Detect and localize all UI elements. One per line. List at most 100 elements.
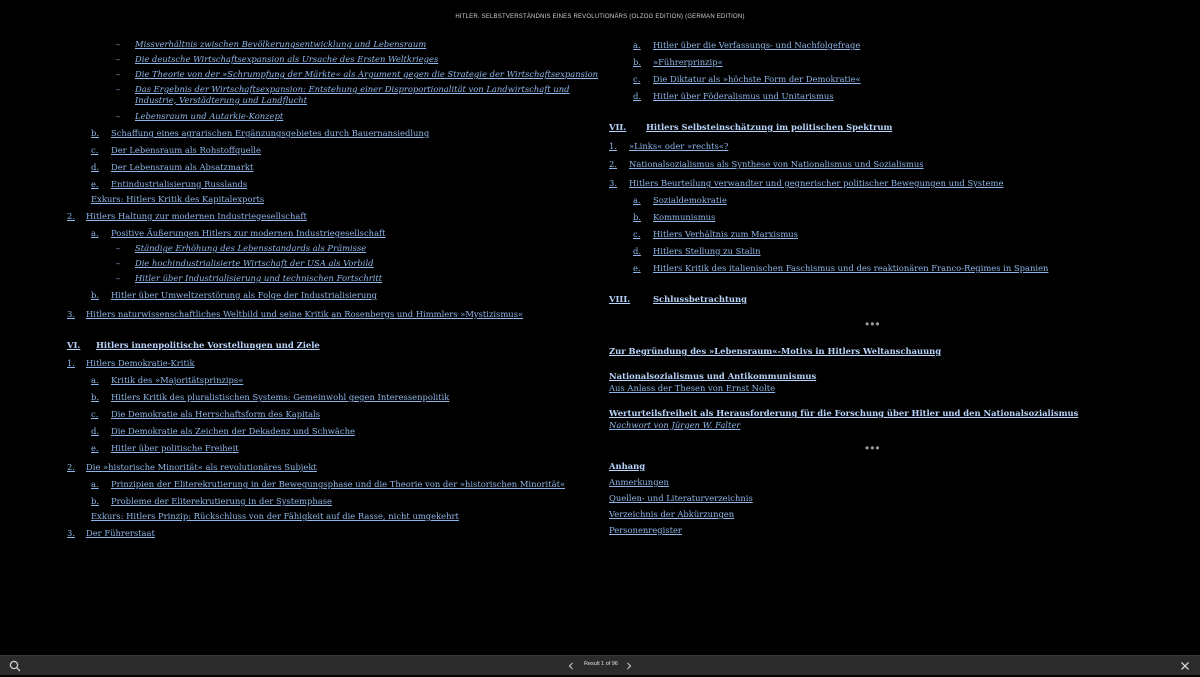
search-results-bar: Result 1 of 96 bbox=[0, 655, 1200, 675]
chevron-right-icon[interactable] bbox=[624, 659, 634, 671]
toc-entry-marker: – bbox=[116, 258, 121, 268]
search-result-count: Result 1 of 96 bbox=[584, 661, 618, 667]
toc-entry-marker: – bbox=[116, 54, 121, 64]
toc-entry-link[interactable]: Die »historische Minorität« als revoluti… bbox=[86, 462, 317, 473]
toc-entry-link[interactable]: Zur Begründung des »Lebensraum«-Motivs i… bbox=[609, 346, 941, 357]
toc-entry-marker: – bbox=[116, 69, 121, 79]
toc-entry-link[interactable]: Hitler über Umweltzerstörung als Folge d… bbox=[111, 290, 377, 301]
toc-entry-link[interactable]: Hitlers Demokratie-Kritik bbox=[86, 358, 195, 369]
close-icon[interactable] bbox=[1179, 659, 1191, 671]
toc-entry-marker: VII. bbox=[609, 122, 627, 132]
toc-entry-link[interactable]: Nationalsozialismus und Antikommunismus bbox=[609, 371, 816, 382]
toc-entry-marker: b. bbox=[91, 128, 100, 138]
toc-entry-link[interactable]: Hitlers Haltung zur modernen Industriege… bbox=[86, 211, 307, 222]
toc-entry-marker: – bbox=[116, 273, 121, 283]
toc-entry-marker: 3. bbox=[609, 178, 617, 188]
toc-entry-link[interactable]: Die Theorie von der »Schrumpfung der Mär… bbox=[135, 69, 598, 80]
toc-entry-marker: d. bbox=[91, 162, 100, 172]
book-title: HITLER. SELBSTVERSTÄNDNIS EINES REVOLUTI… bbox=[455, 14, 745, 20]
toc-entry-marker: b. bbox=[633, 57, 642, 67]
toc-entry-link[interactable]: Aus Anlass der Thesen von Ernst Nolte bbox=[609, 383, 775, 394]
toc-entry-link[interactable]: Kritik des »Majoritätsprinzips« bbox=[111, 375, 243, 386]
toc-entry-link[interactable]: Die Diktatur als »höchste Form der Demok… bbox=[653, 74, 861, 85]
toc-entry-link[interactable]: Die hochindustrialisierte Wirtschaft der… bbox=[135, 258, 374, 269]
toc-entry-link[interactable]: Schlussbetrachtung bbox=[653, 294, 747, 305]
toc-entry-marker: a. bbox=[91, 228, 99, 238]
toc-entry-link[interactable]: Das Ergebnis der Wirtschaftsexpansion: E… bbox=[135, 84, 590, 105]
toc-entry-link[interactable]: Nachwort von Jürgen W. Falter bbox=[609, 420, 740, 431]
toc-entry-link[interactable]: Die Demokratie als Herrschaftsform des K… bbox=[111, 409, 320, 420]
toc-entry-link[interactable]: Hitlers Kritik des pluralistischen Syste… bbox=[111, 392, 449, 403]
toc-entry-link[interactable]: Hitlers Selbsteinschätzung im politische… bbox=[646, 122, 892, 133]
toc-entry-marker: a. bbox=[633, 40, 641, 50]
toc-entry-link[interactable]: Lebensraum und Autarkie-Konzept bbox=[135, 111, 283, 122]
toc-entry-link[interactable]: Hitler über Föderalismus und Unitarismus bbox=[653, 91, 834, 102]
toc-entry-marker: c. bbox=[91, 409, 99, 419]
toc-entry-marker: d. bbox=[633, 91, 642, 101]
toc-entry-link[interactable]: Anmerkungen bbox=[609, 477, 669, 488]
toc-entry-marker: b. bbox=[91, 290, 100, 300]
toc-entry-link[interactable]: Kommunismus bbox=[653, 212, 715, 223]
toc-entry-link[interactable]: »Führerprinzip« bbox=[653, 57, 723, 68]
toc-entry-marker: – bbox=[116, 243, 121, 253]
toc-entry-link[interactable]: Die deutsche Wirtschaftsexpansion als Ur… bbox=[135, 54, 438, 65]
toc-entry-link[interactable]: »Links« oder »rechts«? bbox=[629, 141, 728, 152]
toc-entry-marker: e. bbox=[91, 443, 99, 453]
toc-entry-link[interactable]: Ständige Erhöhung des Lebensstandards al… bbox=[135, 243, 366, 254]
toc-entry-marker: a. bbox=[633, 195, 641, 205]
toc-entry-link[interactable]: Nationalsozialismus als Synthese von Nat… bbox=[629, 159, 924, 170]
section-separator: ••• bbox=[865, 317, 881, 331]
toc-entry-marker: b. bbox=[633, 212, 642, 222]
toc-entry-link[interactable]: Quellen- und Literaturverzeichnis bbox=[609, 493, 753, 504]
toc-entry-marker: – bbox=[116, 84, 121, 94]
toc-entry-link[interactable]: Der Lebensraum als Absatzmarkt bbox=[111, 162, 253, 173]
toc-entry-link[interactable]: Schaffung eines agrarischen Ergänzungsge… bbox=[111, 128, 429, 139]
toc-entry-marker: 2. bbox=[67, 211, 75, 221]
toc-entry-link[interactable]: Probleme der Eliterekrutierung in der Sy… bbox=[111, 496, 332, 507]
toc-entry-link[interactable]: Entindustrialisierung Russlands bbox=[111, 179, 247, 190]
toc-entry-marker: 2. bbox=[67, 462, 75, 472]
toc-entry-marker: – bbox=[116, 39, 121, 49]
toc-entry-marker: c. bbox=[91, 145, 99, 155]
toc-entry-marker: b. bbox=[91, 496, 100, 506]
toc-entry-marker: c. bbox=[633, 74, 641, 84]
toc-entry-marker: – bbox=[116, 111, 121, 121]
toc-entry-link[interactable]: Hitlers innenpolitische Vorstellungen un… bbox=[96, 340, 320, 351]
toc-entry-marker: a. bbox=[91, 479, 99, 489]
toc-entry-link[interactable]: Exkurs: Hitlers Prinzip: Rückschluss von… bbox=[91, 511, 459, 522]
toc-entry-marker: 1. bbox=[67, 358, 75, 368]
toc-entry-marker: VI. bbox=[67, 340, 81, 350]
toc-entry-marker: e. bbox=[91, 179, 99, 189]
toc-entry-link[interactable]: Hitler über die Verfassungs- und Nachfol… bbox=[653, 40, 860, 51]
toc-entry-link[interactable]: Der Führerstaat bbox=[86, 528, 155, 539]
toc-entry-marker: 1. bbox=[609, 141, 617, 151]
toc-entry-marker: 3. bbox=[67, 528, 75, 538]
toc-entry-marker: e. bbox=[633, 263, 641, 273]
toc-entry-link[interactable]: Der Lebensraum als Rohstoffquelle bbox=[111, 145, 261, 156]
toc-entry-link[interactable]: Exkurs: Hitlers Kritik des Kapitalexport… bbox=[91, 194, 264, 205]
toc-entry-link[interactable]: Die Demokratie als Zeichen der Dekadenz … bbox=[111, 426, 355, 437]
toc-entry-marker: d. bbox=[91, 426, 100, 436]
toc-entry-marker: a. bbox=[91, 375, 99, 385]
toc-entry-marker: c. bbox=[633, 229, 641, 239]
toc-entry-marker: b. bbox=[91, 392, 100, 402]
toc-entry-link[interactable]: Sozialdemokratie bbox=[653, 195, 727, 206]
toc-entry-link[interactable]: Hitlers Stellung zu Stalin bbox=[653, 246, 761, 257]
toc-entry-link[interactable]: Personenregister bbox=[609, 525, 682, 536]
toc-entry-link[interactable]: Hitlers Verhältnis zum Marxismus bbox=[653, 229, 798, 240]
section-separator: ••• bbox=[865, 441, 881, 455]
toc-entry-link[interactable]: Anhang bbox=[609, 461, 645, 472]
toc-entry-link[interactable]: Missverhältnis zwischen Bevölkerungsentw… bbox=[135, 39, 426, 50]
toc-entry-link[interactable]: Hitler über Industrialisierung und techn… bbox=[135, 273, 382, 284]
toc-entry-marker: d. bbox=[633, 246, 642, 256]
toc-entry-link[interactable]: Werturteilsfreiheit als Herausforderung … bbox=[609, 408, 1078, 419]
chevron-left-icon[interactable] bbox=[566, 659, 576, 671]
toc-entry-link[interactable]: Positive Äußerungen Hitlers zur modernen… bbox=[111, 228, 386, 239]
toc-entry-link[interactable]: Verzeichnis der Abkürzungen bbox=[609, 509, 734, 520]
toc-entry-link[interactable]: Hitlers Kritik des italienischen Faschis… bbox=[653, 263, 1048, 274]
toc-entry-link[interactable]: Hitlers Beurteilung verwandter und gegne… bbox=[629, 178, 1003, 189]
toc-entry-link[interactable]: Hitler über politische Freiheit bbox=[111, 443, 239, 454]
toc-entry-link[interactable]: Prinzipien der Eliterekrutierung in der … bbox=[111, 479, 565, 490]
search-icon[interactable] bbox=[9, 659, 21, 672]
toc-entry-link[interactable]: Hitlers naturwissenschaftliches Weltbild… bbox=[86, 309, 523, 320]
